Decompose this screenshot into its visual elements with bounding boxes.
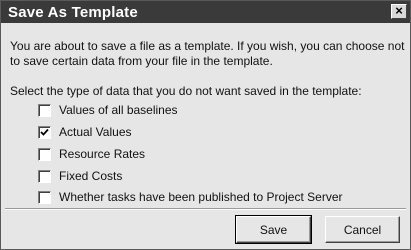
dialog-title: Save As Template xyxy=(8,4,138,21)
select-prompt: Select the type of data that you do not … xyxy=(10,84,362,98)
checkbox-fixed-costs[interactable] xyxy=(38,169,51,183)
checkbox-resource-rates[interactable] xyxy=(38,147,51,161)
option-published-to-project-server[interactable]: Whether tasks have been published to Pro… xyxy=(38,189,343,205)
save-as-template-dialog: Save As Template × You are about to save… xyxy=(0,0,411,250)
option-fixed-costs[interactable]: Fixed Costs xyxy=(38,168,122,184)
option-label: Actual Values xyxy=(59,125,132,139)
save-button[interactable]: Save xyxy=(235,215,312,244)
divider xyxy=(5,208,406,210)
close-icon: × xyxy=(395,3,403,18)
option-actual-values[interactable]: Actual Values xyxy=(38,124,132,140)
title-bar: Save As Template × xyxy=(1,1,410,23)
option-values-of-all-baselines[interactable]: Values of all baselines xyxy=(38,102,178,118)
checkbox-values-of-all-baselines[interactable] xyxy=(38,103,51,117)
option-label: Whether tasks have been published to Pro… xyxy=(59,190,343,204)
option-resource-rates[interactable]: Resource Rates xyxy=(38,146,145,162)
checkbox-actual-values[interactable] xyxy=(38,125,51,139)
check-icon xyxy=(40,128,49,136)
cancel-button[interactable]: Cancel xyxy=(325,216,400,243)
close-button[interactable]: × xyxy=(391,4,407,19)
option-label: Resource Rates xyxy=(59,147,146,161)
intro-text: You are about to save a file as a templa… xyxy=(10,39,405,68)
option-label: Fixed Costs xyxy=(59,169,123,183)
option-label: Values of all baselines xyxy=(59,103,178,117)
checkbox-published-to-project-server[interactable] xyxy=(38,190,51,204)
